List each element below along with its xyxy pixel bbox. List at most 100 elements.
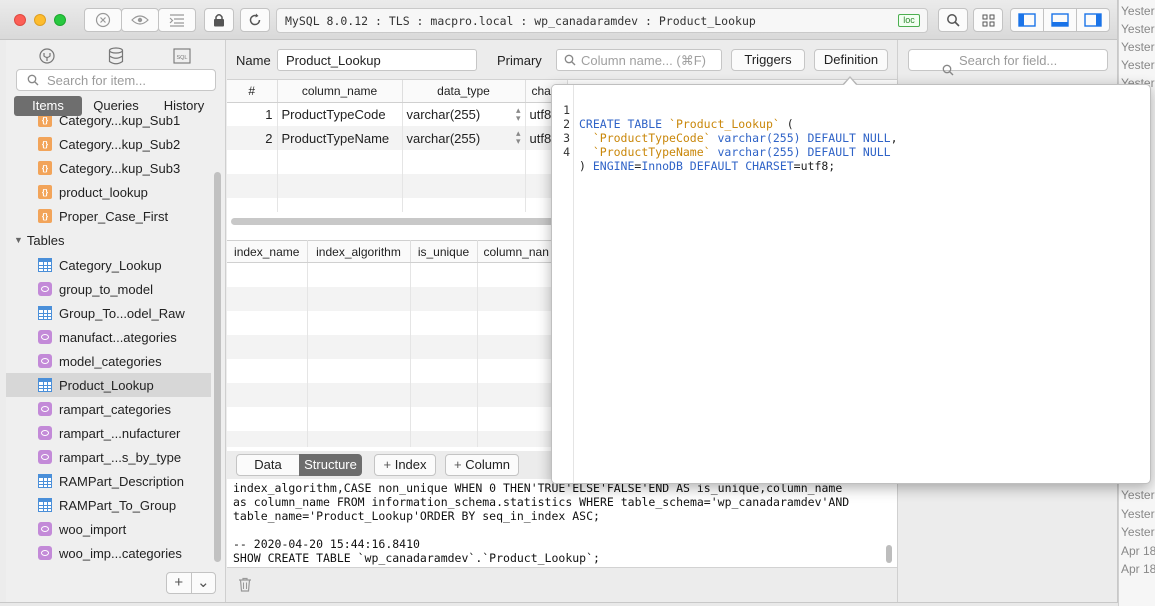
sidebar-item-procedure[interactable]: {} Proper_Case_First <box>6 204 211 228</box>
lock-button[interactable] <box>204 8 234 32</box>
tab-structure[interactable]: Structure <box>299 454 362 476</box>
add-index-button[interactable]: + Index <box>374 454 436 476</box>
index-header-algorithm[interactable]: index_algorithm <box>307 240 411 263</box>
cell-data-type[interactable]: varchar(255) ▴ ▾ <box>402 126 526 150</box>
indent-icon <box>169 14 184 27</box>
sidebar-item-procedure[interactable]: {} product_lookup <box>6 180 211 204</box>
database-icon[interactable] <box>105 46 127 66</box>
tab-data[interactable]: Data <box>236 454 300 476</box>
sidebar-item-table[interactable]: RAMPart_Description <box>6 469 211 493</box>
sidebar: SQL Search for item... Items Queries His… <box>6 40 226 602</box>
sidebar-item-label: group_to_model <box>59 281 153 297</box>
triggers-button[interactable]: Triggers <box>731 49 805 71</box>
format-query-button[interactable] <box>158 8 196 32</box>
plus-icon: + <box>383 457 392 472</box>
close-tab-button[interactable] <box>84 8 122 32</box>
console-log[interactable]: index_algorithm,CASE non_unique WHEN 0 T… <box>227 479 897 567</box>
sidebar-scrollbar[interactable] <box>214 172 221 562</box>
columns-horizontal-scrollbar[interactable] <box>231 218 561 225</box>
sidebar-item-view[interactable]: rampart_categories <box>6 397 211 421</box>
toggle-right-panel-button[interactable] <box>1077 9 1109 31</box>
index-header-name[interactable]: index_name <box>227 240 308 263</box>
tab-history[interactable]: History <box>150 96 218 116</box>
sidebar-item-procedure[interactable]: {} Category...kup_Sub2 <box>6 132 211 156</box>
item-search-input[interactable]: Search for item... <box>16 69 216 91</box>
sidebar-item-label: Category_Lookup <box>59 257 162 273</box>
background-item: Apr 18, <box>1121 544 1155 558</box>
left-sidebar-icon <box>1018 13 1036 27</box>
disclosure-triangle-icon[interactable]: ▼ <box>14 235 23 245</box>
sidebar-item-label: Product_Lookup <box>59 377 154 393</box>
sidebar-item-view[interactable]: rampart_...nufacturer <box>6 421 211 445</box>
zoom-window-button[interactable] <box>54 14 66 26</box>
column-search-input[interactable]: Column name... (⌘F) <box>556 49 722 71</box>
structure-header: Name Product_Lookup Primary Column name.… <box>227 40 897 80</box>
sidebar-item-view[interactable]: manufact...ategories <box>6 325 211 349</box>
index-header-unique[interactable]: is_unique <box>410 240 478 263</box>
connection-icon[interactable] <box>36 46 58 66</box>
column-header-num[interactable]: # <box>227 80 278 103</box>
sidebar-tabs: Items Queries History <box>14 96 218 116</box>
table-row[interactable]: 1 ProductTypeCode varchar(255) ▴ ▾ utf8 <box>227 102 568 126</box>
toggle-left-panel-button[interactable] <box>1011 9 1044 31</box>
add-column-button[interactable]: + Column <box>445 454 519 476</box>
sidebar-item-view[interactable]: woo_imp...categories <box>6 541 211 565</box>
reload-button[interactable] <box>240 8 270 32</box>
cell-num: 1 <box>227 102 278 126</box>
add-column-label: Column <box>465 457 510 472</box>
close-window-button[interactable] <box>14 14 26 26</box>
console-toolbar <box>227 567 897 602</box>
console-scrollbar[interactable] <box>886 545 892 563</box>
tables-group-header[interactable]: ▼ Tables <box>6 229 65 251</box>
sidebar-item-table[interactable]: Product_Lookup <box>6 373 211 397</box>
view-icon <box>38 546 52 560</box>
toggle-bottom-panel-button[interactable] <box>1044 9 1077 31</box>
field-search-input[interactable]: Search for field... <box>908 49 1108 76</box>
cell-column-name[interactable]: ProductTypeCode <box>277 102 403 126</box>
table-icon <box>38 378 52 392</box>
table-icon <box>38 498 52 512</box>
console-line: SHOW CREATE TABLE `wp_canadaramdev`.`Pro… <box>233 551 600 565</box>
quicklook-button[interactable] <box>121 8 159 32</box>
sidebar-item-view[interactable]: model_categories <box>6 349 211 373</box>
tab-queries[interactable]: Queries <box>82 96 150 116</box>
sidebar-item-view[interactable]: group_to_model <box>6 277 211 301</box>
sidebar-item-label: product_lookup <box>59 184 148 200</box>
view-icon <box>38 330 52 344</box>
search-icon <box>942 64 954 76</box>
trash-icon[interactable] <box>238 577 252 592</box>
minimize-window-button[interactable] <box>34 14 46 26</box>
field-search-placeholder: Search for field... <box>959 52 1058 68</box>
table-row <box>227 150 568 174</box>
sidebar-item-view[interactable]: woo_import <box>6 517 211 541</box>
add-item-button[interactable]: + <box>167 573 192 593</box>
table-row[interactable]: 2 ProductTypeName varchar(255) ▴ ▾ utf8 <box>227 126 568 150</box>
item-options-button[interactable]: ⌄ <box>192 573 216 593</box>
cell-data-type[interactable]: varchar(255) ▴ ▾ <box>402 102 526 126</box>
tab-items[interactable]: Items <box>14 96 82 116</box>
index-header-column[interactable]: column_nan <box>477 240 558 263</box>
sql-keyword: ENGINE <box>592 159 635 173</box>
sidebar-item-table[interactable]: Group_To...odel_Raw <box>6 301 211 325</box>
add-index-label: Index <box>394 457 427 472</box>
cell-column-name[interactable]: ProductTypeName <box>277 126 403 150</box>
procedure-icon: {} <box>38 137 52 151</box>
column-header-type[interactable]: data_type <box>402 80 526 103</box>
sidebar-item-procedure[interactable]: {} Category...kup_Sub1 <box>6 116 211 132</box>
table-row <box>227 406 558 431</box>
column-header-name[interactable]: column_name <box>277 80 403 103</box>
grid-button[interactable] <box>973 8 1003 32</box>
definition-button[interactable]: Definition <box>814 49 888 71</box>
sidebar-item-procedure[interactable]: {} Category...kup_Sub3 <box>6 156 211 180</box>
sql-file-icon[interactable]: SQL <box>171 46 193 66</box>
sql-type: varchar( <box>710 145 773 159</box>
sidebar-item-table[interactable]: Category_Lookup <box>6 253 211 277</box>
table-name-field[interactable]: Product_Lookup <box>277 49 477 71</box>
table-row <box>227 382 558 407</box>
search-icon <box>564 54 576 66</box>
sidebar-item-view[interactable]: rampart_...s_by_type <box>6 445 211 469</box>
background-item: Yesterd <box>1121 525 1155 539</box>
search-button[interactable] <box>938 8 968 32</box>
sidebar-item-table[interactable]: RAMPart_To_Group <box>6 493 211 517</box>
